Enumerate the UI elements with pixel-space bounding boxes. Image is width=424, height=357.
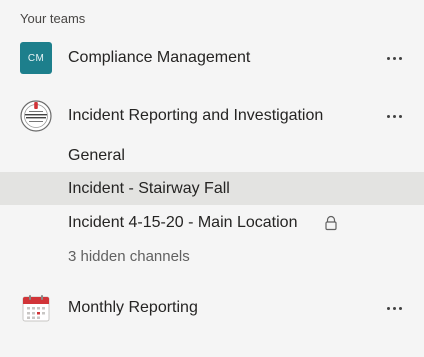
- channel-name: Incident 4-15-20 - Main Location: [68, 213, 298, 231]
- avatar-initials: CM: [27, 52, 45, 64]
- calendar-icon: [20, 292, 52, 324]
- channel-item-main-location[interactable]: Incident 4-15-20 - Main Location: [0, 206, 424, 239]
- more-options-icon[interactable]: [380, 104, 408, 128]
- channel-name: Incident - Stairway Fall: [68, 179, 230, 197]
- team-avatar-cm: CM: [20, 42, 52, 74]
- team-name: Incident Reporting and Investigation: [68, 107, 324, 124]
- more-options-icon[interactable]: [380, 46, 408, 70]
- teams-list-panel: Your teams CM Compliance Management Inci…: [0, 0, 424, 357]
- team-name: Monthly Reporting: [68, 299, 198, 316]
- incident-reporting-logo: [20, 100, 52, 132]
- team-row-compliance-management[interactable]: CM Compliance Management: [0, 36, 424, 80]
- hidden-channels-label: 3 hidden channels: [68, 248, 190, 265]
- channel-item-general[interactable]: General: [0, 139, 424, 172]
- hidden-channels-link[interactable]: 3 hidden channels: [0, 240, 424, 273]
- team-name: Compliance Management: [68, 49, 251, 66]
- your-teams-header: Your teams: [20, 11, 86, 26]
- team-row-incident-reporting[interactable]: Incident Reporting and Investigation: [0, 94, 424, 138]
- lock-icon: [325, 215, 337, 230]
- more-options-icon[interactable]: [380, 296, 408, 320]
- channel-name: General: [68, 146, 125, 164]
- channel-item-stairway-fall[interactable]: Incident - Stairway Fall: [0, 172, 424, 205]
- team-row-monthly-reporting[interactable]: Monthly Reporting: [0, 286, 424, 330]
